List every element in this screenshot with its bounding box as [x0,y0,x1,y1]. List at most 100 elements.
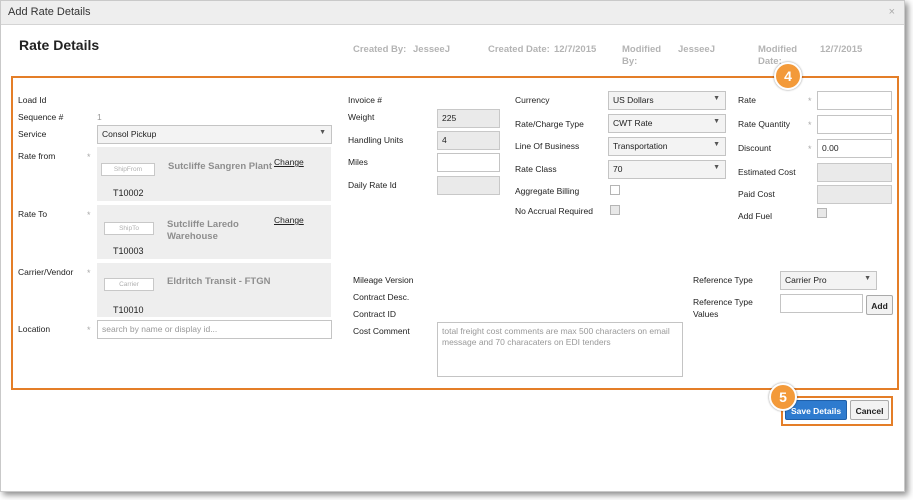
step-badge-4: 4 [774,62,802,90]
rate-from-name: Sutcliffe Sangren Plant [168,161,272,172]
aggregate-billing-label: Aggregate Billing [515,186,580,196]
required-icon: * [87,210,91,220]
ship-to-tag: ShipTo [104,222,154,235]
carrier-vendor-label: Carrier/Vendor [18,267,74,277]
created-by-label: Created By: [353,44,407,55]
line-of-business-label: Line Of Business [515,141,580,151]
contract-desc-label: Contract Desc. [353,292,410,302]
contract-id-label: Contract ID [353,309,396,319]
daily-rate-id-input[interactable] [437,176,500,195]
daily-rate-id-label: Daily Rate Id [348,180,397,190]
rate-class-select[interactable]: 70 ▼ [608,160,726,179]
add-reference-button[interactable]: Add [866,295,893,315]
location-search-input[interactable]: search by name or display id... [97,320,332,339]
rate-to-code: T10003 [113,246,144,256]
rate-label: Rate [738,95,756,105]
rate-from-change-link[interactable]: Change [274,157,304,167]
currency-label: Currency [515,95,550,105]
invoice-label: Invoice # [348,95,383,105]
service-select[interactable]: Consol Pickup ▼ [97,125,332,144]
service-label: Service [18,129,47,139]
required-icon: * [87,325,91,335]
weight-label: Weight [348,112,375,122]
miles-label: Miles [348,157,368,167]
currency-value: US Dollars [613,95,654,105]
dialog-title: Add Rate Details [8,6,91,18]
dialog-titlebar: Add Rate Details × [1,1,904,25]
discount-label: Discount [738,143,772,153]
cost-comment-textarea[interactable]: total freight cost comments are max 500 … [437,322,683,377]
required-icon: * [808,144,812,154]
carrier-tag: Carrier [104,278,154,291]
rate-class-value: 70 [613,164,623,174]
required-icon: * [808,120,812,130]
ship-from-tag: ShipFrom [101,163,155,176]
weight-input[interactable]: 225 [437,109,500,128]
chevron-down-icon: ▼ [713,95,720,102]
rate-charge-type-label: Rate/Charge Type [515,119,584,129]
required-icon: * [87,152,91,162]
reference-type-label: Reference Type [693,275,753,285]
estimated-cost-input[interactable] [817,163,892,182]
handling-units-label: Handling Units [348,135,404,145]
handling-units-input[interactable]: 4 [437,131,500,150]
required-icon: * [808,96,812,106]
currency-select[interactable]: US Dollars ▼ [608,91,726,110]
reference-type-select[interactable]: Carrier Pro ▼ [780,271,877,290]
created-date-value: 12/7/2015 [554,44,597,55]
modified-date-value: 12/7/2015 [820,44,863,55]
sequence-value: 1 [97,112,102,122]
service-value: Consol Pickup [102,129,157,139]
step-badge-5: 5 [769,383,797,411]
chevron-down-icon: ▼ [319,129,326,136]
rate-from-label: Rate from [18,151,56,161]
chevron-down-icon: ▼ [713,164,720,171]
rate-class-label: Rate Class [515,164,557,174]
reference-values-label-2: Values [693,309,719,319]
rate-quantity-label: Rate Quantity [738,119,790,129]
chevron-down-icon: ▼ [713,141,720,148]
paid-cost-label: Paid Cost [738,189,775,199]
chevron-down-icon: ▼ [864,275,871,282]
rate-to-name-line2: Warehouse [167,231,218,242]
reference-values-label: Reference Type [693,297,753,307]
location-label: Location [18,324,51,334]
line-of-business-value: Transportation [613,141,668,151]
carrier-code: T10010 [113,305,144,315]
estimated-cost-label: Estimated Cost [738,167,796,177]
modified-by-value: JesseeJ [678,44,715,55]
miles-input[interactable] [437,153,500,172]
load-id-label: Load Id [18,95,47,105]
no-accrual-checkbox[interactable] [610,205,620,215]
page-title: Rate Details [19,37,100,53]
created-date-label: Created Date: [488,44,550,55]
aggregate-billing-checkbox[interactable] [610,185,620,195]
rate-charge-type-select[interactable]: CWT Rate ▼ [608,114,726,133]
reference-type-value: Carrier Pro [785,275,827,285]
rate-from-code: T10002 [113,188,144,198]
paid-cost-input[interactable] [817,185,892,204]
add-fuel-checkbox[interactable] [817,208,827,218]
carrier-name: Eldritch Transit - FTGN [167,276,271,287]
mileage-version-label: Mileage Version [353,275,414,285]
rate-to-label: Rate To [18,209,48,219]
sequence-label: Sequence # [18,112,64,122]
add-fuel-label: Add Fuel [738,211,773,221]
rate-charge-type-value: CWT Rate [613,118,653,128]
rate-quantity-input[interactable] [817,115,892,134]
chevron-down-icon: ▼ [713,118,720,125]
modified-date-label: Modified [758,44,798,55]
created-by-value: JesseeJ [413,44,450,55]
reference-values-input[interactable] [780,294,863,313]
cancel-button[interactable]: Cancel [850,400,889,420]
discount-input[interactable]: 0.00 [817,139,892,158]
rate-input[interactable] [817,91,892,110]
modified-by-label: Modified [622,44,662,55]
rate-to-change-link[interactable]: Change [274,215,304,225]
required-icon: * [87,268,91,278]
line-of-business-select[interactable]: Transportation ▼ [608,137,726,156]
cost-comment-label: Cost Comment [353,326,410,336]
close-icon[interactable]: × [889,6,895,18]
no-accrual-label: No Accrual Required [515,206,593,216]
modified-by-label-2: By: [622,56,638,67]
